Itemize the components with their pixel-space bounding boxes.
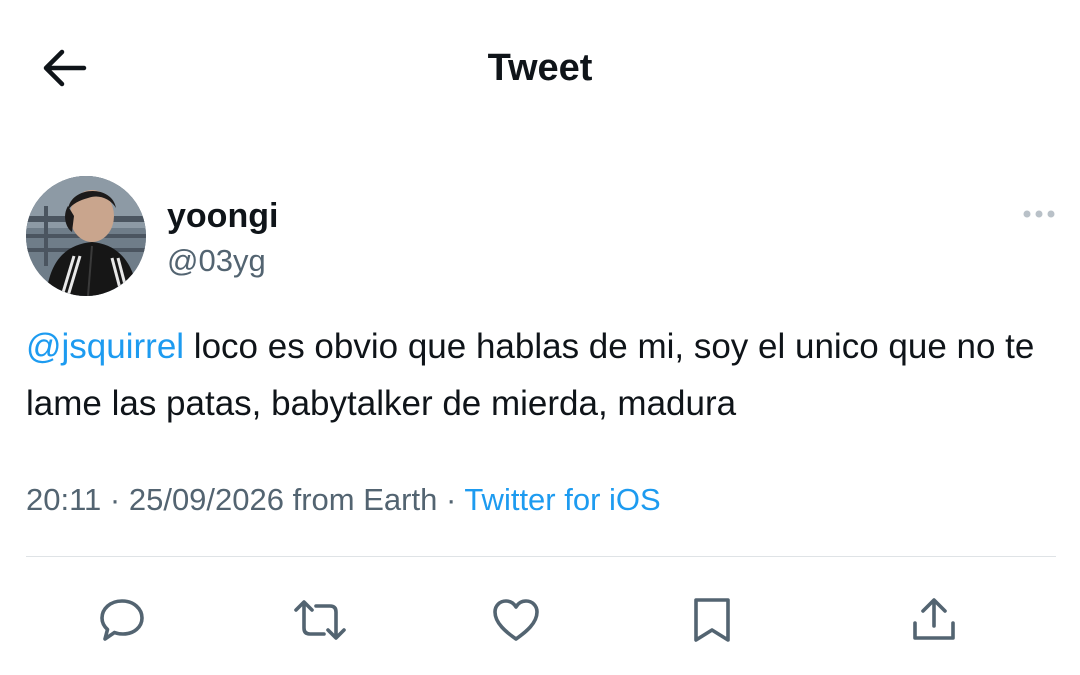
like-button[interactable]	[486, 590, 546, 650]
bookmark-icon	[694, 598, 730, 642]
tweet-author: yoongi @03yg	[26, 176, 1056, 296]
bookmark-button[interactable]	[682, 590, 742, 650]
meta-separator: ·	[437, 482, 465, 517]
share-button[interactable]	[904, 590, 964, 650]
more-horizontal-icon	[1023, 210, 1055, 218]
tweet-date[interactable]: 25/09/2026	[129, 482, 284, 517]
tweet-time[interactable]: 20:11	[26, 482, 101, 517]
tweet-actions	[0, 590, 1080, 650]
author-handle[interactable]: @03yg	[167, 242, 266, 280]
more-options-button[interactable]	[1012, 200, 1056, 228]
meta-separator: ·	[101, 482, 129, 517]
profile-photo	[26, 176, 146, 296]
page-title: Tweet	[487, 47, 593, 89]
avatar[interactable]	[26, 176, 146, 296]
heart-icon	[493, 599, 539, 641]
top-bar: Tweet	[0, 0, 1080, 135]
author-name[interactable]: yoongi	[167, 196, 278, 236]
retweet-button[interactable]	[290, 590, 350, 650]
retweet-icon	[294, 600, 346, 640]
mention-link[interactable]: @jsquirrel	[26, 327, 184, 366]
tweet-location: from Earth	[284, 482, 438, 517]
divider	[26, 556, 1056, 557]
share-icon	[913, 598, 955, 640]
tweet-metadata: 20:11 · 25/09/2026 from Earth · Twitter …	[26, 478, 1036, 522]
tweet-text: @jsquirrel loco es obvio que hablas de m…	[26, 318, 1036, 432]
reply-button[interactable]	[92, 590, 152, 650]
reply-icon	[100, 599, 144, 641]
tweet-source-link[interactable]: Twitter for iOS	[464, 482, 660, 517]
